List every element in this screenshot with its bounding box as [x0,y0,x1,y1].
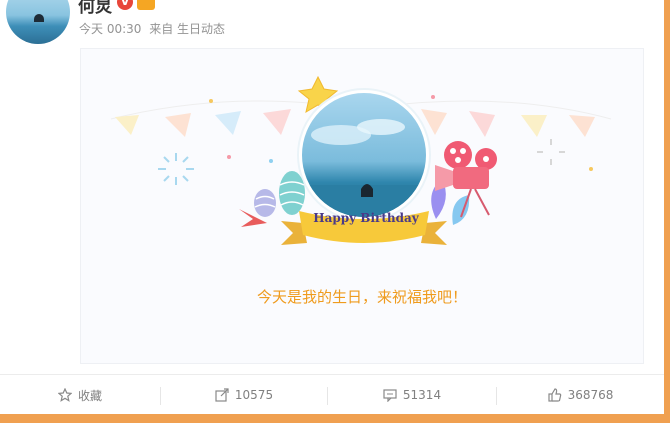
like-count: 368768 [567,388,614,402]
comment-icon [383,389,397,402]
frame-border-right [664,0,670,423]
post-timestamp[interactable]: 今天 00:30 [79,22,141,36]
birthday-card[interactable]: Happy Birthday 今天是我的生日，来祝福我吧！ [80,48,644,364]
avatar[interactable] [6,0,70,44]
movie-camera-icon [435,141,497,218]
comment-count: 51314 [402,388,442,402]
weibo-post-card: 何炅 V 今天 00:30 来自 生日动态 Happy Birthday 今天是… [0,0,664,414]
sparkle-left-icon [158,153,194,185]
favorite-label: 收藏 [77,388,102,403]
thumbs-up-icon [547,388,561,402]
birthday-illustration [110,75,612,245]
username[interactable]: 何炅 [78,0,112,17]
favorite-button[interactable]: 收藏 [0,375,160,415]
repost-button[interactable]: 10575 [161,375,327,415]
share-icon [215,388,229,402]
comment-button[interactable]: 51314 [328,375,496,415]
post-meta: 今天 00:30 来自 生日动态 [79,20,229,37]
like-button[interactable]: 368768 [497,375,664,415]
medal-icon [137,0,155,10]
frame-border-bottom [0,414,670,423]
action-bar: 收藏 10575 51314 368768 [0,374,664,415]
star-icon [57,388,72,402]
birthday-greeting: 今天是我的生日，来祝福我吧！ [256,288,467,306]
repost-count: 10575 [234,388,274,402]
post-source[interactable]: 来自 生日动态 [149,22,225,36]
happy-birthday-banner: Happy Birthday [313,211,419,225]
verified-badge-icon: V [117,0,133,10]
profile-photo [302,93,426,217]
